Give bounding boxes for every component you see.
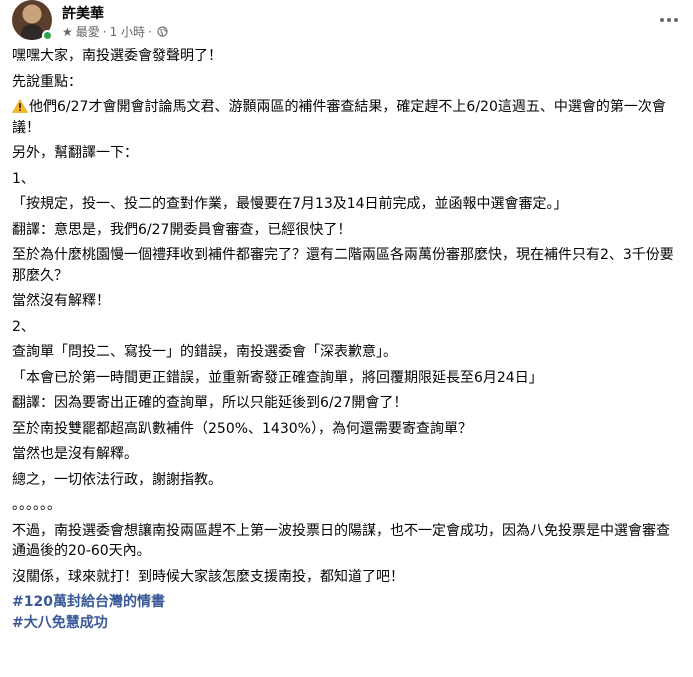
hashtag-link[interactable]: #大八免慧成功: [12, 613, 682, 634]
paragraph: 至於為什麼桃園慢一個禮拜收到補件都審完了？還有二階兩區各兩萬份審那麼快，現在補件…: [12, 247, 674, 284]
post-body: 嘿嘿大家，南投選委會發聲明了！ 先說重點： 他們6/27才會開會討論馬文君、游顥…: [12, 46, 682, 633]
paragraph: 「按規定，投一、投二的查對作業，最慢要在7月13及14日前完成，並函報中選會審定…: [12, 196, 568, 212]
paragraph: 查詢單「問投二、寫投一」的錯誤，南投選委會「深表歉意」。: [12, 344, 397, 360]
post-time[interactable]: 1 小時: [110, 23, 145, 40]
paragraph: 嘿嘿大家，南投選委會發聲明了！: [12, 48, 222, 64]
post-meta: ★ 最愛 · 1 小時 ·: [62, 23, 168, 40]
paragraph: 先說重點：: [12, 73, 82, 90]
paragraph: 。。。。。。: [12, 497, 61, 513]
warning-paragraph-text: 他們6/27才會開會討論馬文君、游顥兩區的補件審查結果，確定趕不上6/20這週五…: [12, 99, 666, 136]
paragraph: 1、: [12, 170, 35, 187]
more-icon-dot: [674, 18, 678, 22]
meta-separator: ·: [102, 24, 107, 39]
online-status-dot: [42, 30, 53, 41]
paragraph-with-warning: 他們6/27才會開會討論馬文君、游顥兩區的補件審查結果，確定趕不上6/20這週五…: [12, 97, 682, 138]
paragraph: 當然沒有解釋！: [12, 293, 110, 309]
more-icon-dot: [667, 18, 671, 22]
warning-icon: [12, 99, 28, 113]
more-options-button[interactable]: [657, 10, 681, 30]
meta-separator-2: ·: [148, 24, 152, 39]
paragraph: 不過，南投選委會想讓南投兩區趕不上第一波投票日的陽謀，也不一定會成功，因為八免投…: [12, 522, 670, 560]
paragraph: 至於南投雙罷都超高趴數補件（250%、1430%），為何還需要寄查詢單？: [12, 420, 472, 437]
hashtag-link[interactable]: #120萬封給台灣的情書: [12, 592, 682, 613]
star-icon: ★: [62, 24, 73, 39]
post-header: 許美華 ★ 最愛 · 1 小時 ·: [12, 0, 681, 44]
paragraph: 翻譯：因為要寄出正確的查詢單，所以只能延後到6/27開會了！: [12, 395, 408, 411]
more-icon-dot: [660, 18, 664, 22]
paragraph: 沒關係，球來就打！到時候大家該怎麼支援南投，都知道了吧！: [12, 568, 404, 585]
paragraph: 翻譯：意思是，我們6/27開委員會審查，已經很快了！: [12, 221, 352, 238]
paragraph: 總之，一切依法行政，謝謝指教。: [12, 471, 222, 488]
facebook-post: 許美華 ★ 最愛 · 1 小時 · 嘿嘿大家，南投選委會發聲明了！ 先說重點： …: [0, 0, 693, 677]
favorite-label: 最愛: [75, 25, 100, 39]
paragraph: 2、: [12, 318, 35, 335]
paragraph: 「本會已於第一時間更正錯誤，並重新寄發正確查詢單，將回覆期限延長至6月24日」: [12, 369, 543, 386]
author-name[interactable]: 許美華: [62, 3, 104, 23]
paragraph: 當然也是沒有解釋。: [12, 446, 138, 462]
paragraph: 另外，幫翻譯一下：: [12, 145, 138, 161]
globe-icon[interactable]: [157, 26, 168, 37]
